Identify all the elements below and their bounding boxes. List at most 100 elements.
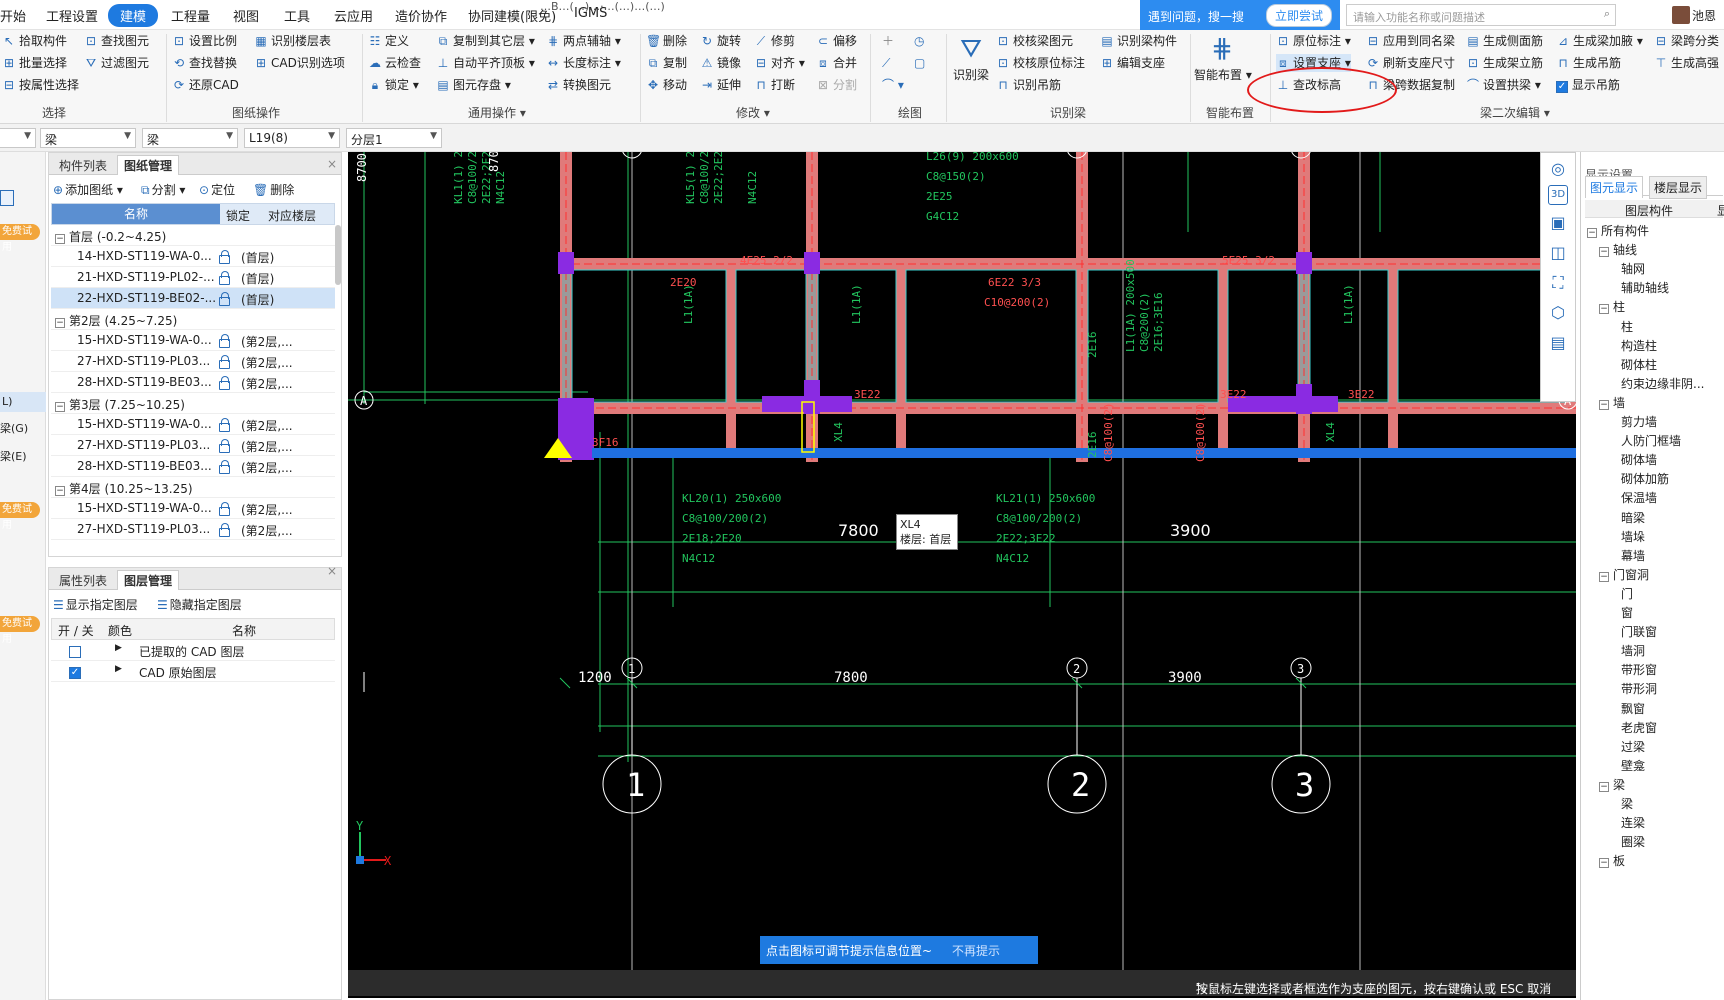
tree-item[interactable]: 轴网 bbox=[1621, 260, 1645, 277]
cloud-check-button[interactable]: ☁ 云检查 bbox=[368, 54, 421, 72]
collapse-icon[interactable]: − bbox=[1599, 247, 1609, 258]
auto-align-slab-button[interactable]: ⊥ 自动平齐顶板 ▾ bbox=[436, 54, 535, 72]
tree-item[interactable]: 梁 bbox=[1621, 795, 1633, 812]
expand-icon[interactable]: ▶ bbox=[115, 643, 122, 653]
layer-select[interactable]: 分层1 ▼ bbox=[346, 128, 442, 148]
layer-row[interactable]: ✓ ▶ CAD 原始图层 bbox=[51, 661, 335, 682]
draw-point-button[interactable]: ＋ bbox=[882, 32, 894, 50]
close-icon[interactable]: × bbox=[321, 563, 343, 579]
drawing-row[interactable]: 28-HXD-ST119-BE03... (第2层,... bbox=[51, 456, 335, 477]
two-point-axis-button[interactable]: ⋕ 两点辅轴 ▾ bbox=[546, 32, 621, 50]
tree-group[interactable]: − 梁 bbox=[1599, 776, 1625, 793]
align-button[interactable]: ⊟ 对齐 ▾ bbox=[754, 54, 805, 72]
tree-item[interactable]: 人防门框墙 bbox=[1621, 432, 1681, 449]
collapse-icon[interactable]: − bbox=[55, 318, 65, 328]
recognize-beam-element-button[interactable]: ▤ 识别梁构件 bbox=[1100, 32, 1177, 50]
tree-item[interactable]: 约束边缘非阴... bbox=[1621, 375, 1704, 392]
collapse-icon[interactable]: − bbox=[1599, 571, 1609, 582]
tab-element-display[interactable]: 图元显示 bbox=[1585, 176, 1644, 198]
lock-icon[interactable] bbox=[219, 417, 230, 432]
extend-button[interactable]: ⇥ 延伸 bbox=[700, 76, 741, 94]
copy-button[interactable]: ⧉ 复制 bbox=[646, 54, 687, 72]
collapse-icon[interactable]: − bbox=[1599, 304, 1609, 315]
type-select-1[interactable]: 梁 ▼ bbox=[40, 128, 136, 148]
view-cube-icon[interactable]: ⬡ bbox=[1548, 303, 1568, 323]
drawing-row[interactable]: 27-HXD-ST119-PL03... (第2层,... bbox=[51, 519, 335, 540]
cube-icon[interactable]: ▣ bbox=[1548, 213, 1568, 233]
fullscreen-icon[interactable]: ⛶ bbox=[1548, 273, 1568, 293]
lock-button[interactable]: 🔒︎ 锁定 ▾ bbox=[368, 76, 419, 94]
tree-item[interactable]: 构造柱 bbox=[1621, 337, 1657, 354]
tree-item[interactable]: 墙洞 bbox=[1621, 642, 1645, 659]
tree-group[interactable]: − 柱 bbox=[1599, 298, 1625, 315]
collapse-icon[interactable]: − bbox=[55, 486, 65, 496]
strip-item-l[interactable]: L) bbox=[0, 392, 46, 412]
strip-item-e[interactable]: 梁(E) bbox=[0, 448, 27, 464]
delete-drawing-button[interactable]: 🗑︎ 删除 bbox=[253, 181, 294, 198]
cad-drawing[interactable]: 8700 A A 1 2 3 1 2 3 1 2 3 7800 3900 120… bbox=[348, 152, 1576, 998]
menu-view[interactable]: 视图 bbox=[233, 6, 259, 25]
drawing-row[interactable]: 15-HXD-ST119-WA-0... (第2层,... bbox=[51, 498, 335, 519]
lock-icon[interactable] bbox=[219, 375, 230, 390]
drawing-row[interactable]: 22-HXD-ST119-BE02-... (首层) bbox=[51, 288, 335, 309]
tree-item[interactable]: 柱 bbox=[1621, 318, 1633, 335]
show-hanger-checkbox[interactable]: ✓ 显示吊筋 bbox=[1556, 76, 1620, 94]
view-2d-icon[interactable]: ◎ bbox=[1548, 159, 1568, 179]
tree-item[interactable]: 老虎窗 bbox=[1621, 719, 1657, 736]
expand-icon[interactable]: ▶ bbox=[115, 664, 122, 674]
tree-item[interactable]: 门联窗 bbox=[1621, 623, 1657, 640]
set-arch-beam-button[interactable]: ⌒ 设置拱梁 ▾ bbox=[1466, 76, 1541, 94]
floor-select[interactable]: ▼ bbox=[0, 128, 36, 148]
lock-icon[interactable] bbox=[219, 333, 230, 348]
restore-cad-button[interactable]: ⟳ 还原CAD bbox=[172, 76, 239, 94]
tree-group[interactable]: − 所有构件 bbox=[1587, 222, 1649, 239]
gen-high-strength-button[interactable]: ⊤ 生成高强 bbox=[1654, 54, 1719, 72]
drawing-row[interactable]: 15-HXD-ST119-WA-0... (第2层,... bbox=[51, 330, 335, 351]
tree-item[interactable]: 窗 bbox=[1621, 604, 1633, 621]
gen-side-bar-button[interactable]: ▤ 生成侧面筋 bbox=[1466, 32, 1543, 50]
menu-modeling[interactable]: 建模 bbox=[108, 4, 159, 27]
tree-item[interactable]: 砌体墙 bbox=[1621, 451, 1657, 468]
draw-line-button[interactable]: ⟋ bbox=[882, 54, 890, 72]
tab-floor-display[interactable]: 楼层显示 bbox=[1649, 176, 1708, 199]
in-situ-annotation-button[interactable]: ⊡ 原位标注 ▾ bbox=[1276, 32, 1351, 50]
break-button[interactable]: ⊓ 打断 bbox=[754, 76, 795, 94]
cad-canvas[interactable]: 8700 A A 1 2 3 1 2 3 1 2 3 7800 3900 120… bbox=[348, 152, 1576, 998]
collapse-icon[interactable]: − bbox=[1587, 228, 1597, 238]
tree-group[interactable]: − 板 bbox=[1599, 852, 1625, 869]
draw-clock-button[interactable]: ◷ bbox=[914, 32, 924, 50]
gen-hanger-button[interactable]: ⊓ 生成吊筋 bbox=[1556, 54, 1621, 72]
scrollbar[interactable] bbox=[335, 225, 341, 285]
tree-item[interactable]: 带形窗 bbox=[1621, 661, 1657, 678]
tree-item[interactable]: 幕墙 bbox=[1621, 547, 1645, 564]
delete-button[interactable]: 🗑︎ 删除 bbox=[646, 32, 687, 50]
gen-erect-bar-button[interactable]: ⊡ 生成架立筋 bbox=[1466, 54, 1543, 72]
floor-group-row[interactable]: − 第2层 (4.25~7.25) bbox=[51, 309, 335, 330]
selected-beam[interactable] bbox=[592, 448, 1576, 458]
collapse-icon[interactable]: − bbox=[1599, 858, 1609, 869]
free-trial-badge[interactable]: 免费试用 bbox=[0, 502, 40, 531]
tree-item[interactable]: 暗梁 bbox=[1621, 509, 1645, 526]
tree-item[interactable]: 砌体加筋 bbox=[1621, 470, 1669, 487]
try-now-button[interactable]: 立即尝试 bbox=[1266, 4, 1333, 27]
tree-item[interactable]: 剪力墙 bbox=[1621, 413, 1657, 430]
drawing-row[interactable]: 15-HXD-ST119-WA-0... (第2层,... bbox=[51, 414, 335, 435]
drawing-row[interactable]: 28-HXD-ST119-BE03... (第2层,... bbox=[51, 372, 335, 393]
tree-item[interactable]: 壁龛 bbox=[1621, 757, 1645, 774]
locate-button[interactable]: ⊙ 定位 bbox=[199, 181, 235, 198]
tree-item[interactable]: 墙垛 bbox=[1621, 528, 1645, 545]
floor-group-row[interactable]: − 首层 (-0.2~4.25) bbox=[51, 225, 335, 246]
search-icon[interactable]: ⌕ bbox=[1604, 7, 1610, 21]
view-3d-icon[interactable]: 3D bbox=[1548, 185, 1568, 205]
lock-icon[interactable] bbox=[219, 501, 230, 516]
hide-layer-button[interactable]: ☰ 隐藏指定图层 bbox=[157, 596, 242, 613]
element-select[interactable]: L19(8) ▼ bbox=[244, 128, 340, 148]
recognize-hanger-button[interactable]: ⊓ 识别吊筋 bbox=[996, 76, 1061, 94]
tree-item[interactable]: 砌体柱 bbox=[1621, 356, 1657, 373]
lock-icon[interactable] bbox=[219, 354, 230, 369]
split-button[interactable]: ⊠ 分割 bbox=[816, 76, 857, 94]
menu-start[interactable]: 开始 bbox=[0, 6, 26, 25]
dont-show-again-link[interactable]: 不再提示 bbox=[952, 942, 1000, 959]
strip-item-g[interactable]: 梁(G) bbox=[0, 420, 28, 436]
draw-arc-button[interactable]: ⌒ ▾ bbox=[882, 76, 904, 94]
